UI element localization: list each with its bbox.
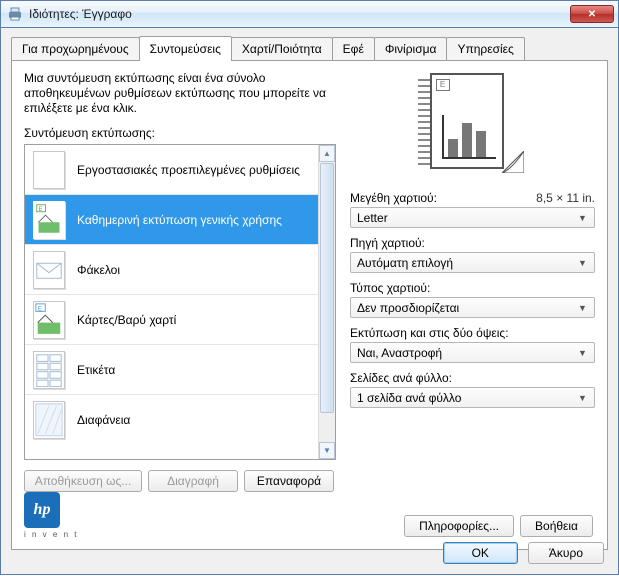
envelope-icon bbox=[33, 251, 65, 289]
tab-shortcuts[interactable]: Συντομεύσεις bbox=[139, 36, 232, 61]
duplex-combo[interactable]: Ναι, Αναστροφή ▼ bbox=[350, 342, 595, 363]
combo-value: Αυτόματη επιλογή bbox=[357, 256, 453, 270]
page-general-icon: E bbox=[33, 201, 65, 239]
chevron-down-icon: ▼ bbox=[575, 393, 590, 403]
labels-icon bbox=[33, 351, 65, 389]
list-item[interactable]: Φάκελοι bbox=[25, 245, 318, 295]
window-title: Ιδιότητες: Έγγραφο bbox=[29, 7, 132, 21]
paper-type-label: Τύπος χαρτιού: bbox=[350, 281, 430, 295]
pages-per-sheet-row: Σελίδες ανά φύλλο: 1 σελίδα ανά φύλλο ▼ bbox=[350, 371, 595, 408]
tab-label: Χαρτί/Ποιότητα bbox=[242, 42, 322, 56]
combo-value: Δεν προσδιορίζεται bbox=[357, 301, 459, 315]
svg-text:E: E bbox=[39, 206, 43, 213]
list-item-label: Φάκελοι bbox=[77, 263, 120, 277]
scroll-thumb[interactable] bbox=[320, 163, 334, 413]
transparency-icon bbox=[33, 401, 65, 439]
title-prefix: Ιδιότητες: bbox=[29, 7, 79, 21]
tab-label: Για προχωρημένους bbox=[22, 42, 129, 56]
paper-type-row: Τύπος χαρτιού: Δεν προσδιορίζεται ▼ bbox=[350, 281, 595, 318]
preview-page-icon: E bbox=[430, 73, 504, 169]
shortcut-list-label: Συντόμευση εκτύπωσης: bbox=[24, 126, 336, 140]
paper-type-combo[interactable]: Δεν προσδιορίζεται ▼ bbox=[350, 297, 595, 318]
window-body: Για προχωρημένους Συντομεύσεις Χαρτί/Ποι… bbox=[0, 28, 619, 575]
tab-services[interactable]: Υπηρεσίες bbox=[446, 37, 524, 62]
button-label: Διαγραφή bbox=[167, 474, 219, 488]
svg-text:E: E bbox=[38, 305, 43, 312]
duplex-label: Εκτύπωση και στις δύο όψεις: bbox=[350, 326, 509, 340]
title-suffix: Έγγραφο bbox=[82, 7, 132, 21]
combo-value: Ναι, Αναστροφή bbox=[357, 346, 442, 360]
pages-per-sheet-combo[interactable]: 1 σελίδα ανά φύλλο ▼ bbox=[350, 387, 595, 408]
paper-size-row: Μεγέθη χαρτιού: 8,5 × 11 in. Letter ▼ bbox=[350, 191, 595, 228]
tab-strip: Για προχωρημένους Συντομεύσεις Χαρτί/Ποι… bbox=[11, 36, 608, 61]
help-button[interactable]: Βοήθεια bbox=[520, 515, 593, 537]
paper-source-combo[interactable]: Αυτόματη επιλογή ▼ bbox=[350, 252, 595, 273]
delete-button[interactable]: Διαγραφή bbox=[148, 470, 238, 492]
spiral-binding-icon bbox=[418, 79, 430, 167]
chevron-down-icon: ▼ bbox=[575, 348, 590, 358]
paper-source-row: Πηγή χαρτιού: Αυτόματη επιλογή ▼ bbox=[350, 236, 595, 273]
combo-value: Letter bbox=[357, 211, 388, 225]
tab-label: Φινίρισμα bbox=[385, 42, 437, 56]
tab-label: Συντομεύσεις bbox=[150, 42, 221, 56]
list-scrollbar[interactable]: ▲ ▼ bbox=[318, 145, 335, 459]
chevron-down-icon: ▼ bbox=[575, 303, 590, 313]
tab-label: Εφέ bbox=[343, 42, 364, 56]
list-item[interactable]: Ετικέτα bbox=[25, 345, 318, 395]
chevron-down-icon: ▼ bbox=[575, 213, 590, 223]
reset-button[interactable]: Επαναφορά bbox=[244, 470, 334, 492]
tab-finishing[interactable]: Φινίρισμα bbox=[374, 37, 448, 62]
list-item-label: Διαφάνεια bbox=[77, 413, 130, 427]
list-item[interactable]: E Καθημερινή εκτύπωση γενικής χρήσης bbox=[25, 195, 318, 245]
card-icon: E bbox=[33, 301, 65, 339]
page-preview: E bbox=[418, 73, 528, 173]
list-item-label: Εργοστασιακές προεπιλεγμένες ρυθμίσεις bbox=[77, 163, 300, 177]
button-label: OK bbox=[472, 546, 489, 560]
tab-paper-quality[interactable]: Χαρτί/Ποιότητα bbox=[231, 37, 333, 62]
hp-logo: hp i n v e n t bbox=[24, 492, 78, 539]
save-as-button[interactable]: Αποθήκευση ως... bbox=[24, 470, 142, 492]
pages-per-sheet-label: Σελίδες ανά φύλλο: bbox=[350, 371, 452, 385]
list-item-label: Κάρτες/Βαρύ χαρτί bbox=[77, 313, 176, 327]
button-label: Αποθήκευση ως... bbox=[35, 474, 132, 488]
cancel-button[interactable]: Άκυρο bbox=[528, 542, 604, 564]
logo-subtext: i n v e n t bbox=[24, 530, 78, 539]
paper-size-combo[interactable]: Letter ▼ bbox=[350, 207, 595, 228]
right-column: E Μεγέθη χαρτιού: 8,5 × 11 in. Letter ▼ Πη… bbox=[350, 71, 595, 539]
chevron-down-icon: ▼ bbox=[575, 258, 590, 268]
page-blank-icon bbox=[33, 151, 65, 189]
paper-source-label: Πηγή χαρτιού: bbox=[350, 236, 425, 250]
list-item-label: Καθημερινή εκτύπωση γενικής χρήσης bbox=[77, 213, 282, 227]
button-label: Επαναφορά bbox=[257, 474, 321, 488]
list-item-label: Ετικέτα bbox=[77, 363, 115, 377]
tab-effects[interactable]: Εφέ bbox=[332, 37, 375, 62]
close-button[interactable]: ✕ bbox=[570, 5, 614, 23]
ok-button[interactable]: OK bbox=[443, 542, 518, 564]
scroll-down-button[interactable]: ▼ bbox=[319, 442, 335, 459]
close-icon: ✕ bbox=[588, 9, 596, 20]
duplex-row: Εκτύπωση και στις δύο όψεις: Ναι, Αναστρ… bbox=[350, 326, 595, 363]
combo-value: 1 σελίδα ανά φύλλο bbox=[357, 391, 461, 405]
shortcut-listbox: Εργοστασιακές προεπιλεγμένες ρυθμίσεις E… bbox=[24, 144, 336, 460]
printer-icon bbox=[7, 6, 23, 22]
left-column: Μια συντόμευση εκτύπωσης είναι ένα σύνολ… bbox=[24, 71, 336, 539]
paper-size-hint: 8,5 × 11 in. bbox=[536, 191, 595, 205]
list-item[interactable]: Διαφάνεια bbox=[25, 395, 318, 445]
list-item[interactable]: Εργοστασιακές προεπιλεγμένες ρυθμίσεις bbox=[25, 145, 318, 195]
title-bar: Ιδιότητες: Έγγραφο ✕ bbox=[0, 0, 619, 28]
shortcut-description: Μια συντόμευση εκτύπωσης είναι ένα σύνολ… bbox=[24, 71, 336, 116]
scroll-up-button[interactable]: ▲ bbox=[319, 145, 335, 162]
paper-size-label: Μεγέθη χαρτιού: bbox=[350, 191, 437, 205]
logo-text: hp bbox=[34, 501, 51, 519]
about-button[interactable]: Πληροφορίες... bbox=[404, 515, 514, 537]
page-curl-icon bbox=[502, 151, 524, 173]
list-item[interactable]: E Κάρτες/Βαρύ χαρτί bbox=[25, 295, 318, 345]
tab-advanced[interactable]: Για προχωρημένους bbox=[11, 37, 140, 62]
tab-label: Υπηρεσίες bbox=[457, 42, 513, 56]
button-label: Άκυρο bbox=[549, 546, 583, 560]
button-label: Βοήθεια bbox=[535, 519, 578, 533]
tab-panel: Μια συντόμευση εκτύπωσης είναι ένα σύνολ… bbox=[11, 60, 608, 550]
button-label: Πληροφορίες... bbox=[419, 519, 499, 533]
